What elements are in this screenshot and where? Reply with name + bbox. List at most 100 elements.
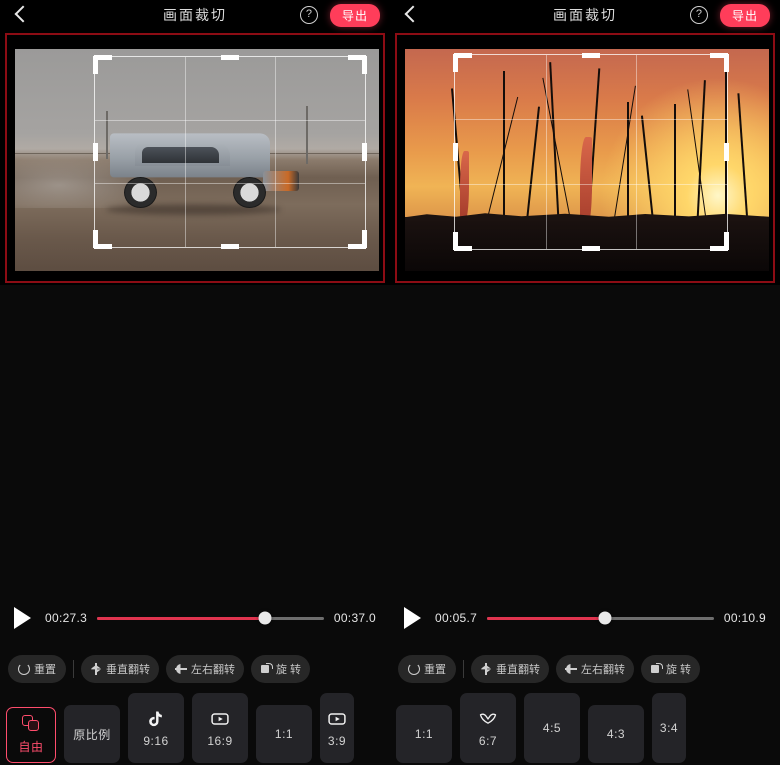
flip-horizontal-chip[interactable]: 左右翻转 [556,655,634,683]
preview-wrap-left [0,30,390,285]
play-icon[interactable] [14,607,31,629]
flip-horizontal-label: 左右翻转 [191,664,235,676]
crop-handle-left-middle[interactable] [93,142,98,161]
ratio-label: 1:1 [414,727,434,741]
player-bar-right: 00:05.7 00:10.9 [390,591,780,645]
progress-knob[interactable] [258,611,272,625]
crop-handle-right-top[interactable] [724,53,729,72]
crop-handle-right-bottom[interactable] [362,229,367,248]
reset-label: 重置 [34,664,56,676]
flip-horizontal-label: 左右翻转 [581,664,625,676]
video-preview-left[interactable] [5,32,385,283]
ratio-label: 4:5 [542,721,562,735]
ratio-label: 6:7 [478,733,498,748]
header-actions: ? 导出 [299,3,380,27]
ratio-tile-16-9[interactable]: 16:9 [192,693,248,763]
ratio-tile-6-7[interactable]: 6:7 [460,693,516,763]
flip-horizontal-chip[interactable]: 左右翻转 [166,655,244,683]
export-button[interactable]: 导出 [329,3,380,27]
crop-handle-right-top[interactable] [362,55,367,74]
total-time: 00:37.0 [333,611,376,625]
rotate-chip[interactable]: 旋 转 [251,655,311,683]
player-bar-left: 00:27.3 00:37.0 [0,591,390,645]
flip-vertical-label: 垂直翻转 [496,664,540,676]
flip-vertical-chip[interactable]: 垂直翻转 [471,655,549,683]
crop-handle-bottom-center[interactable] [582,245,600,251]
header-left: 画面裁切 ? 导出 [0,0,390,30]
youtube-icon [328,712,346,725]
progress-knob[interactable] [598,611,612,625]
tiktok-icon [149,711,162,726]
preview-wrap-right [390,30,780,285]
dual-panel-screen: 画面裁切 ? 导出 00:27.3 00:37.0 重置 垂直翻转 左右翻转 旋… [0,0,780,765]
ratio-label: 3:9 [327,733,347,748]
play-icon[interactable] [404,607,421,629]
progress-track[interactable] [97,611,324,625]
crop-handle-top-center[interactable] [582,52,600,58]
ratio-tile-4-5[interactable]: 4:5 [524,693,580,763]
export-button[interactable]: 导出 [719,3,770,27]
crop-handle-left-top[interactable] [93,55,98,74]
progress-fill [97,616,265,620]
ratio-tile-1-1[interactable]: 1:1 [396,705,452,763]
crop-handle-left-middle[interactable] [453,142,458,161]
video-preview-right[interactable] [395,32,775,283]
ratio-label: 自由 [18,740,44,754]
crop-handle-left-bottom[interactable] [453,231,458,250]
rotate-chip[interactable]: 旋 转 [641,655,701,683]
ratio-label: 1:1 [274,727,294,741]
flip-vertical-icon [480,663,492,675]
crop-handle-bottom-center[interactable] [221,243,239,249]
reset-icon [408,663,420,675]
grid-line-h2 [95,183,365,185]
ratio-strip-right: 1:1 6:7 4:5 4:3 3:4 [390,693,780,765]
ratio-tile-9-16[interactable]: 9:16 [128,693,184,763]
ratio-strip-left: 自由 原比例 9:16 16:9 1:1 3:9 [0,693,390,765]
crop-handle-top-center[interactable] [221,54,239,60]
lower-controls-right: 00:05.7 00:10.9 重置 垂直翻转 左右翻转 旋 转 1:1 6:7… [390,285,780,765]
grid-line-h2 [455,183,727,185]
chip-divider [73,660,74,678]
rotate-icon [260,663,273,675]
current-time: 00:05.7 [435,611,478,625]
crop-handle-right-bottom[interactable] [724,231,729,250]
tool-chips-right: 重置 垂直翻转 左右翻转 旋 转 [390,645,780,693]
question-mark-icon[interactable]: ? [299,6,318,24]
ratio-label: 3:4 [659,721,679,735]
question-mark-icon[interactable]: ? [689,6,708,24]
header-actions: ? 导出 [689,3,770,27]
ratio-label: 16:9 [207,733,233,748]
progress-fill [487,616,606,620]
flip-vertical-icon [90,663,102,675]
panel-left: 画面裁切 ? 导出 00:27.3 00:37.0 重置 垂直翻转 左右翻转 旋… [0,0,390,765]
grid-line-h1 [95,119,365,121]
ratio-tile-1-1[interactable]: 1:1 [256,705,312,763]
total-time: 00:10.9 [723,611,766,625]
chip-divider [463,660,464,678]
ratio-tile-4-3[interactable]: 4:3 [588,705,644,763]
crop-handle-right-middle[interactable] [362,142,367,161]
current-time: 00:27.3 [45,611,88,625]
crop-overlay-left[interactable] [93,54,367,249]
crop-handle-left-bottom[interactable] [93,229,98,248]
ratio-tile-original[interactable]: 原比例 [64,705,120,763]
flip-vertical-label: 垂直翻转 [106,664,150,676]
crop-overlay-right[interactable] [453,52,729,251]
rotate-label: 旋 转 [276,664,302,676]
tool-chips-left: 重置 垂直翻转 左右翻转 旋 转 [0,645,390,693]
crop-handle-left-top[interactable] [453,53,458,72]
progress-track[interactable] [487,611,714,625]
reset-chip[interactable]: 重置 [398,655,456,683]
reset-icon [18,663,30,675]
mast [737,93,750,231]
ratio-tile-3-4[interactable]: 3:4 [652,693,686,763]
flip-vertical-chip[interactable]: 垂直翻转 [81,655,159,683]
youtube-icon [211,712,229,725]
ratio-tile-clipped[interactable]: 3:9 [320,693,354,763]
ratio-label: 9:16 [143,733,169,748]
reset-chip[interactable]: 重置 [8,655,66,683]
ratio-tile-free[interactable]: 自由 [6,707,56,763]
crop-handle-right-middle[interactable] [724,142,729,161]
ratio-label: 原比例 [73,727,111,742]
